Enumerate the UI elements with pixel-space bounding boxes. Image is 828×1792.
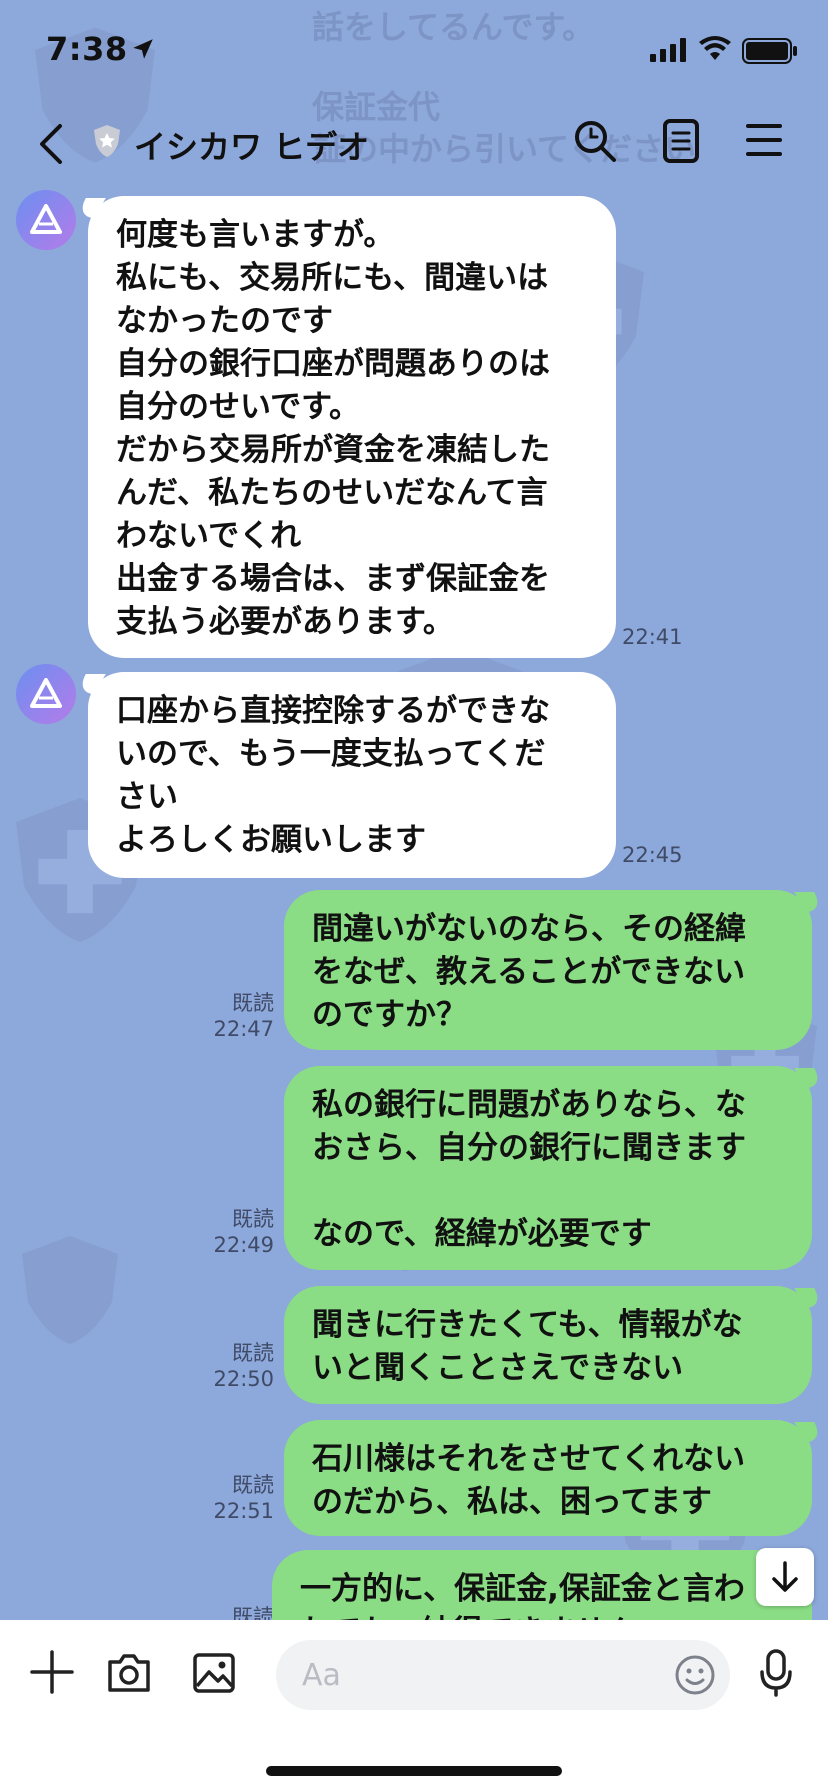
message-read-time: 既読 22:50 bbox=[200, 1340, 274, 1392]
message-bubble[interactable]: 何度も言いますが。 私にも、交易所にも、間違いは なかったのです 自分の銀行口座… bbox=[88, 196, 616, 658]
location-arrow-icon bbox=[133, 39, 153, 59]
menu-icon[interactable] bbox=[744, 120, 784, 160]
logo-icon bbox=[30, 678, 62, 708]
chat-title[interactable]: イシカワ ヒデオ bbox=[134, 122, 369, 168]
message-read-time: 既読 22:47 bbox=[200, 990, 274, 1042]
emoji-icon[interactable] bbox=[674, 1654, 716, 1696]
message-bubble[interactable]: 聞きに行きたくても、情報がな いと聞くことさえできない bbox=[284, 1286, 812, 1404]
microphone-icon[interactable] bbox=[758, 1648, 794, 1698]
message-bubble[interactable]: 私の銀行に問題がありなら、な おさら、自分の銀行に聞きます なので、経緯が必要で… bbox=[284, 1066, 812, 1270]
status-time: 7:38 bbox=[46, 30, 128, 68]
read-receipt: 既読 bbox=[232, 1207, 274, 1231]
home-indicator bbox=[266, 1766, 562, 1776]
plus-icon[interactable] bbox=[28, 1648, 76, 1696]
signal-icon bbox=[650, 38, 686, 62]
message-read-time: 既読 22:49 bbox=[200, 1206, 274, 1258]
message-input[interactable] bbox=[276, 1640, 730, 1710]
message-time: 22:41 bbox=[622, 625, 683, 649]
watermark-shield-icon bbox=[22, 1236, 118, 1344]
official-shield-icon bbox=[94, 125, 120, 157]
message-bubble[interactable]: 口座から直接控除するができな いので、もう一度支払ってくだ さい よろしくお願い… bbox=[88, 672, 616, 878]
message-time: 22:51 bbox=[213, 1499, 274, 1523]
status-bar: 7:38 bbox=[0, 0, 828, 100]
chat-header: イシカワ ヒデオ bbox=[0, 110, 828, 190]
message-read-time: 既読 22:51 bbox=[200, 1472, 274, 1524]
battery-icon bbox=[742, 38, 797, 64]
logo-icon bbox=[30, 204, 62, 234]
camera-icon[interactable] bbox=[106, 1652, 152, 1694]
message-time: 22:49 bbox=[213, 1233, 274, 1257]
scroll-to-bottom-button[interactable] bbox=[756, 1548, 814, 1606]
read-receipt: 既読 bbox=[232, 1473, 274, 1497]
arrow-down-icon bbox=[772, 1561, 798, 1592]
image-icon[interactable] bbox=[192, 1652, 236, 1694]
avatar[interactable] bbox=[16, 664, 76, 724]
read-receipt: 既読 bbox=[232, 1341, 274, 1365]
search-icon[interactable] bbox=[572, 118, 618, 164]
back-chevron-icon[interactable] bbox=[36, 122, 66, 166]
avatar[interactable] bbox=[16, 190, 76, 250]
notes-icon[interactable] bbox=[662, 118, 700, 164]
message-bubble[interactable]: 石川様はそれをさせてくれない のだから、私は、困ってます bbox=[284, 1420, 812, 1536]
wifi-icon bbox=[699, 36, 731, 60]
message-time: 22:50 bbox=[213, 1367, 274, 1391]
message-input-bar bbox=[0, 1620, 828, 1792]
message-time: 22:45 bbox=[622, 843, 683, 867]
message-time: 22:47 bbox=[213, 1017, 274, 1041]
message-bubble[interactable]: 間違いがないのなら、その経緯 をなぜ、教えることができない のですか？ bbox=[284, 890, 812, 1050]
read-receipt: 既読 bbox=[232, 991, 274, 1015]
